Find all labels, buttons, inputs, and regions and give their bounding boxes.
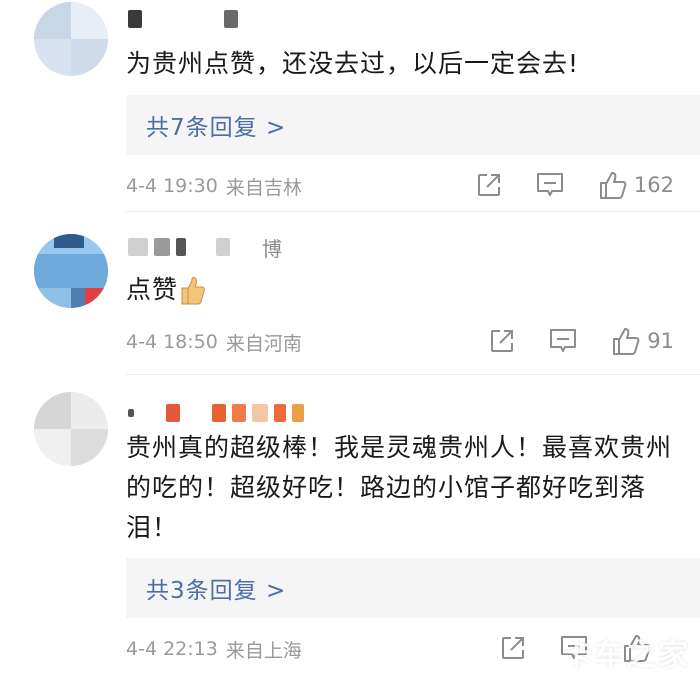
username[interactable]: [128, 6, 238, 32]
comment-meta: 4-4 18:50 来自河南: [126, 327, 302, 357]
repost-icon[interactable]: [500, 635, 526, 661]
username-fragment: 博: [262, 236, 282, 261]
reply-box[interactable]: 共3条回复 >: [126, 558, 700, 618]
comment-item: 博 点赞 4-4 18:50 来自河南 91: [0, 212, 700, 376]
comment-meta: 4-4 19:30 来自吉林: [126, 171, 302, 201]
comment-date: 4-4 18:50: [126, 331, 218, 353]
view-replies-link[interactable]: 共3条回复 >: [146, 571, 286, 605]
like-count: 91: [647, 329, 674, 353]
avatar[interactable]: [34, 234, 108, 308]
view-replies-link[interactable]: 共7条回复 >: [146, 108, 286, 142]
comment-item: 为贵州点赞，还没去过，以后一定会去! 共7条回复 > 4-4 19:30 来自吉…: [0, 0, 700, 212]
comment-icon[interactable]: [536, 172, 564, 198]
avatar[interactable]: [34, 2, 108, 76]
repost-icon[interactable]: [476, 172, 502, 198]
like-icon: [599, 172, 627, 199]
comment-meta: 4-4 22:13 来自上海: [126, 634, 302, 664]
watermark-logo: 卡车之家: [562, 638, 690, 673]
comment-icon[interactable]: [549, 328, 577, 354]
comment-location: 来自上海: [225, 639, 302, 662]
like-button[interactable]: 162: [598, 170, 674, 200]
username[interactable]: 博: [128, 234, 282, 261]
comment-date: 4-4 22:13: [126, 638, 218, 660]
repost-icon[interactable]: [489, 328, 515, 354]
reply-box[interactable]: 共7条回复 >: [126, 95, 700, 155]
divider: [126, 374, 700, 375]
comment-actions: 162: [476, 168, 674, 202]
like-button[interactable]: 91: [611, 326, 674, 356]
like-icon: [613, 328, 640, 355]
comment-date: 4-4 19:30: [126, 175, 218, 197]
comment-location: 来自吉林: [225, 176, 302, 199]
comment-text: 贵州真的超级棒！我是灵魂贵州人！最喜欢贵州的吃的！超级好吃！路边的小馆子都好吃到…: [126, 433, 673, 542]
comment-text-content: 点赞: [126, 275, 179, 304]
comment-text: 点赞: [126, 270, 670, 310]
like-count: 162: [633, 173, 674, 197]
comment-actions: 91: [489, 324, 674, 358]
username[interactable]: [128, 400, 304, 426]
comment-location: 来自河南: [225, 332, 302, 355]
avatar[interactable]: [34, 392, 108, 466]
thumbs-up-emoji-icon: [180, 276, 206, 306]
comment-text: 为贵州点赞，还没去过，以后一定会去!: [126, 49, 580, 78]
